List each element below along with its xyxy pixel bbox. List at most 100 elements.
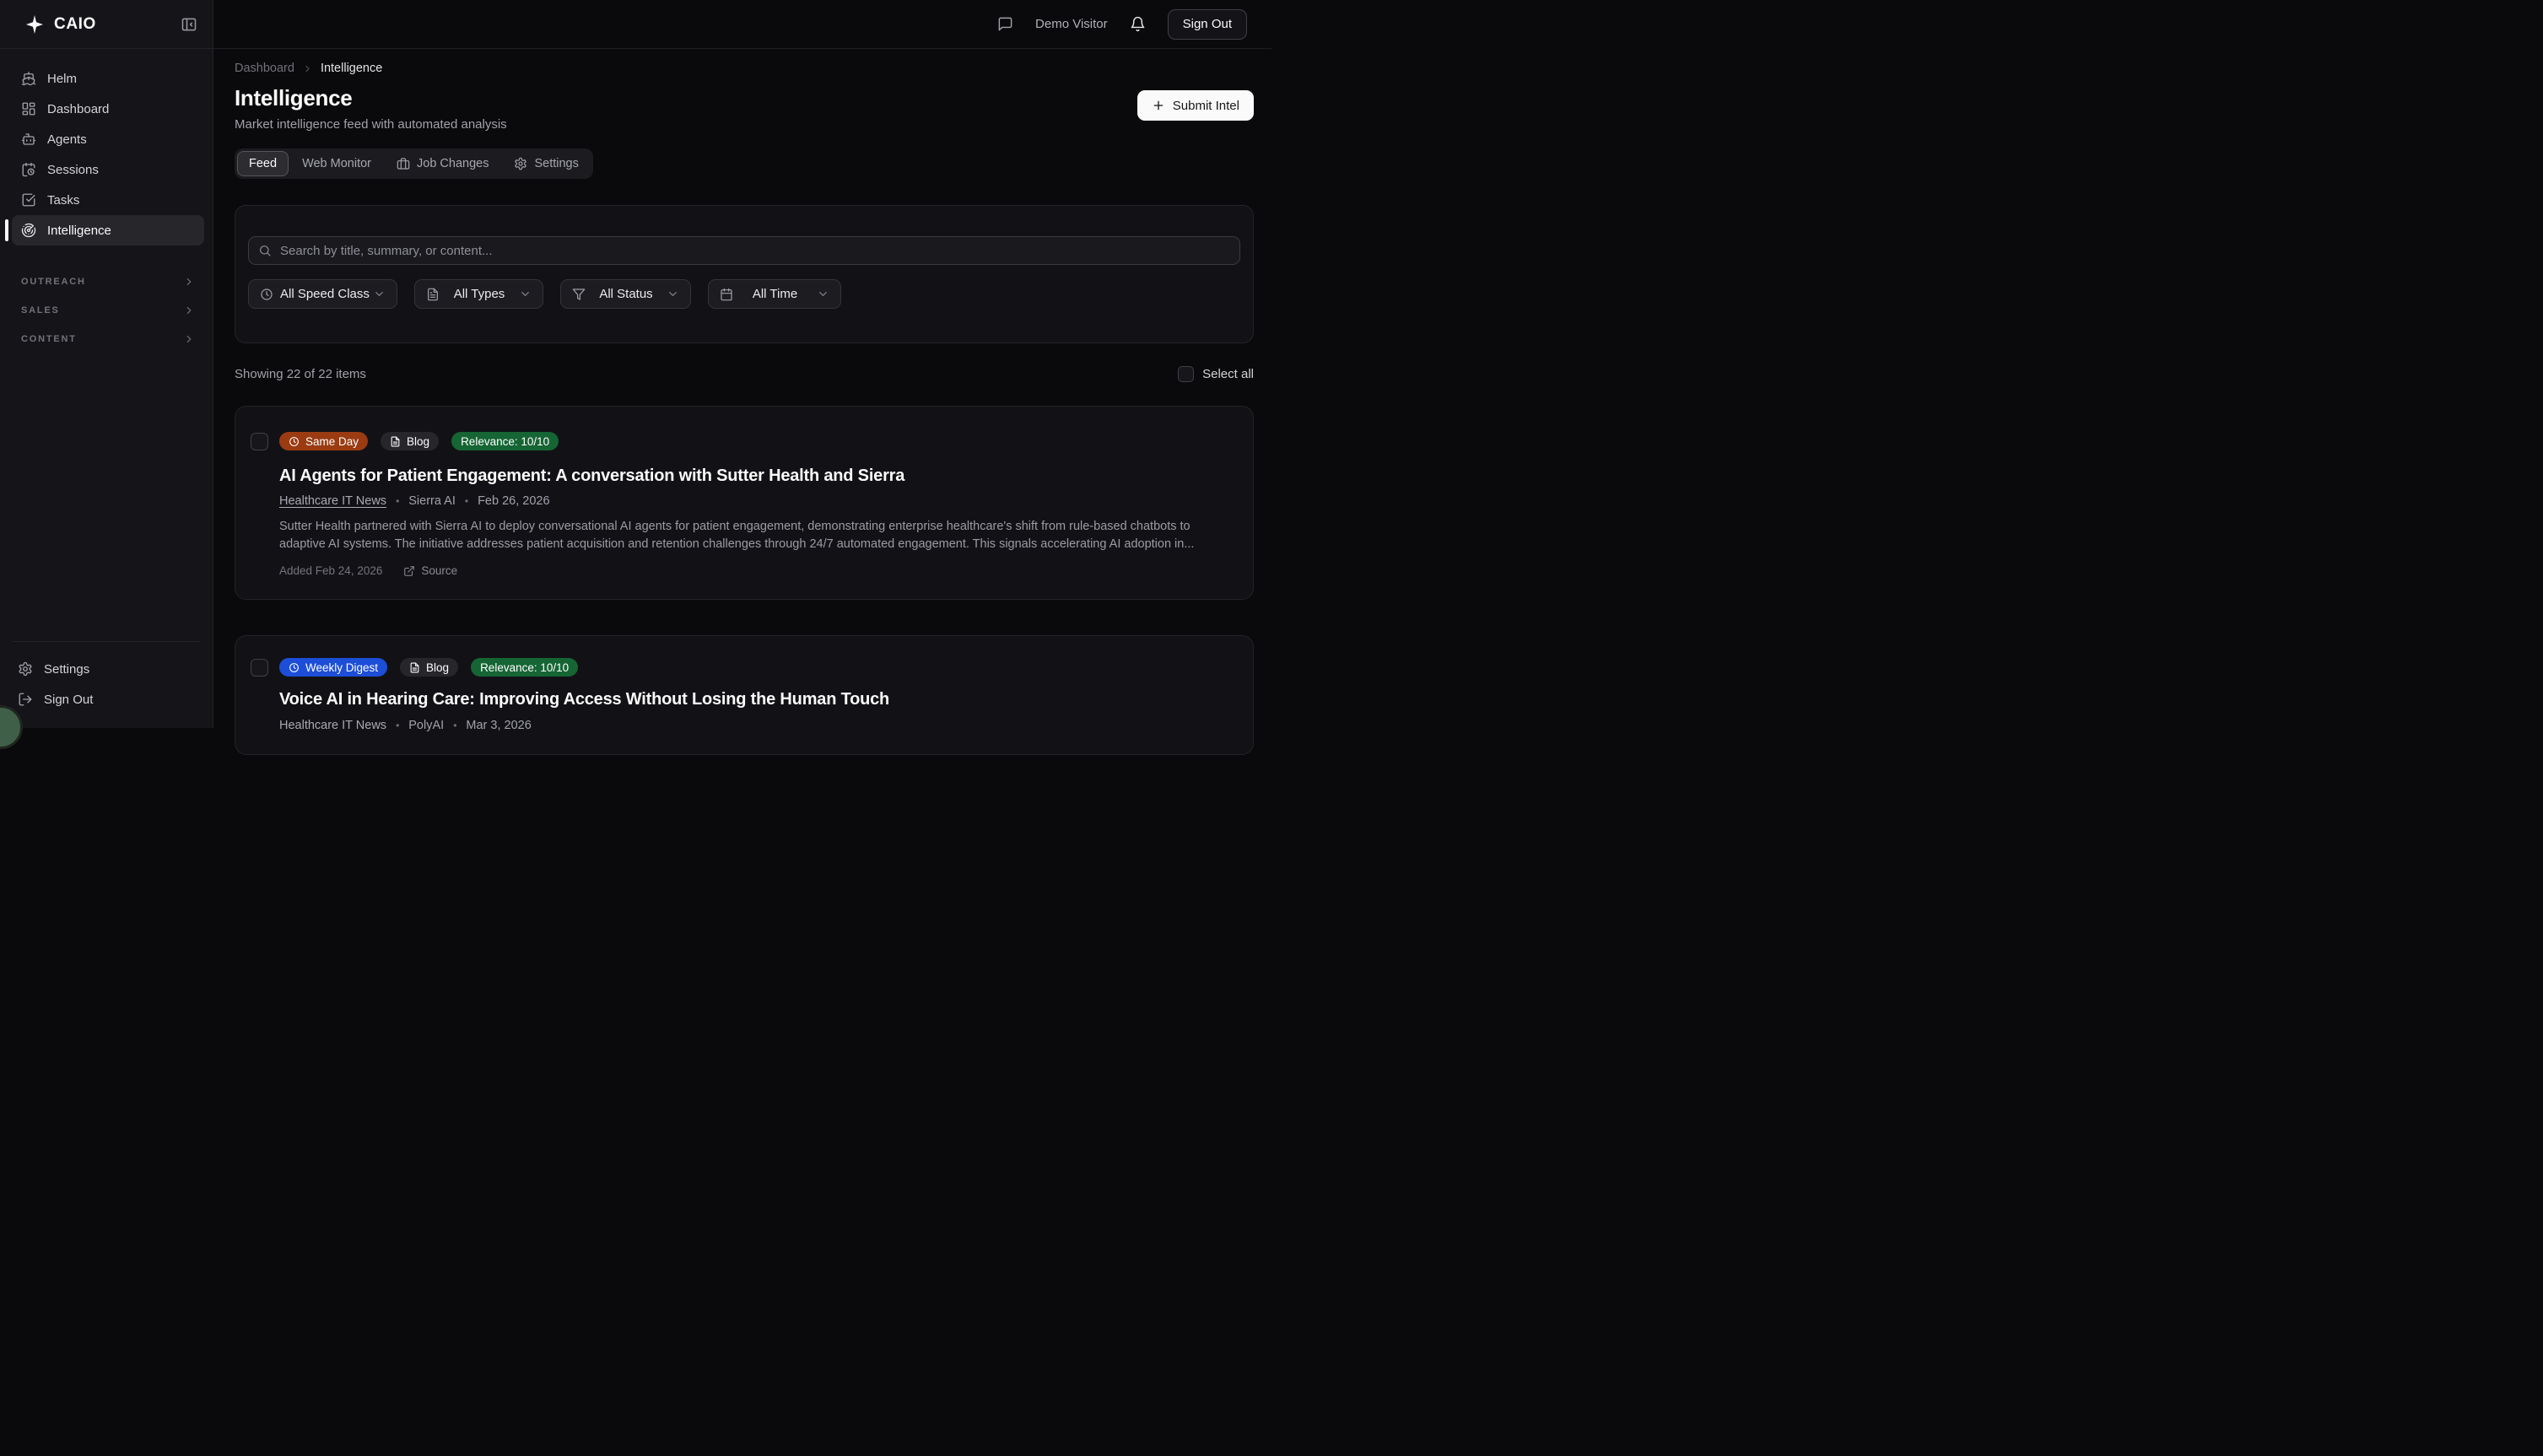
logo-row: CAIO: [0, 0, 213, 49]
sidebar-item-sessions[interactable]: Sessions: [12, 154, 204, 185]
results-count: Showing 22 of 22 items: [235, 367, 366, 381]
clock-icon: [289, 662, 300, 673]
external-link-icon: [403, 565, 415, 577]
chevron-down-icon: [817, 288, 829, 300]
funnel-icon: [572, 288, 586, 301]
tab-job-changes[interactable]: Job Changes: [385, 151, 500, 176]
sidebar-item-sign-out[interactable]: Sign Out: [12, 684, 201, 715]
page-content: Dashboard Intelligence Intelligence Mark…: [213, 49, 1272, 755]
app-logo-text: CAIO: [54, 15, 96, 34]
card-source-external-link[interactable]: Source: [403, 564, 457, 577]
main-area: Demo Visitor Sign Out Dashboard Intellig…: [213, 0, 1272, 728]
search-input[interactable]: [248, 236, 1240, 265]
sidebar-collapse-button[interactable]: [181, 16, 197, 33]
sidebar: CAIO Helm Dashboard Agents: [0, 0, 213, 728]
type-badge-label: Blog: [426, 661, 449, 674]
select-all-label: Select all: [1202, 367, 1254, 381]
breadcrumb: Dashboard Intelligence: [235, 60, 1254, 77]
sidebar-sections: OUTREACH SALES CONTENT: [0, 245, 213, 353]
badges-row: Same Day Blog Relevance: 10/10: [279, 432, 1233, 450]
radar-icon: [21, 223, 36, 238]
chevron-down-icon: [373, 288, 386, 300]
sidebar-item-label: Sessions: [47, 163, 99, 177]
card-title[interactable]: AI Agents for Patient Engagement: A conv…: [279, 464, 1233, 488]
sidebar-item-helm[interactable]: Helm: [12, 63, 204, 94]
sidebar-item-agents[interactable]: Agents: [12, 124, 204, 154]
intelligence-tabs: Feed Web Monitor Job Changes Settings: [235, 148, 593, 179]
intel-card: Weekly Digest Blog Relevance: 10/10 Voic…: [235, 635, 1254, 755]
sidebar-section-sales[interactable]: SALES: [12, 296, 204, 325]
sidebar-item-label: Helm: [47, 72, 77, 86]
tab-feed[interactable]: Feed: [237, 151, 289, 176]
plus-icon: [1152, 99, 1165, 112]
bell-icon[interactable]: [1130, 16, 1146, 32]
gear-icon: [18, 661, 33, 677]
sparkle-logo-icon: [24, 14, 45, 35]
card-date: Feb 26, 2026: [478, 494, 549, 508]
sidebar-item-label: Intelligence: [47, 224, 111, 238]
section-label: CONTENT: [21, 334, 77, 344]
card-checkbox[interactable]: [251, 659, 268, 677]
sidebar-item-tasks[interactable]: Tasks: [12, 185, 204, 215]
file-text-icon: [409, 662, 420, 673]
card-checkbox[interactable]: [251, 433, 268, 450]
select-all: Select all: [1178, 366, 1254, 382]
bot-icon: [21, 132, 36, 147]
sidebar-section-outreach[interactable]: OUTREACH: [12, 267, 204, 296]
type-badge: Blog: [400, 658, 458, 677]
chat-icon[interactable]: [997, 16, 1013, 32]
dashboard-grid-icon: [21, 101, 36, 116]
chevron-right-icon: [183, 305, 195, 316]
filter-label: All Status: [586, 287, 667, 301]
chevron-down-icon: [519, 288, 532, 300]
page-subtitle: Market intelligence feed with automated …: [235, 116, 507, 134]
card-title[interactable]: Voice AI in Hearing Care: Improving Acce…: [279, 688, 1233, 711]
submit-intel-label: Submit Intel: [1173, 99, 1239, 113]
tab-label: Job Changes: [417, 157, 489, 170]
filter-label: All Time: [733, 287, 817, 301]
filter-time[interactable]: All Time: [708, 279, 841, 309]
sidebar-item-label: Sign Out: [44, 693, 93, 707]
meta-separator: •: [396, 720, 399, 731]
sign-out-button[interactable]: Sign Out: [1168, 9, 1247, 40]
page-title: Intelligence: [235, 84, 507, 111]
sidebar-section-content[interactable]: CONTENT: [12, 325, 204, 353]
tab-settings[interactable]: Settings: [502, 151, 590, 176]
sidebar-item-label: Agents: [47, 132, 87, 147]
badges-row: Weekly Digest Blog Relevance: 10/10: [279, 658, 1233, 677]
breadcrumb-dashboard[interactable]: Dashboard: [235, 62, 294, 75]
calendar-icon: [720, 288, 733, 301]
card-source-link[interactable]: Healthcare IT News: [279, 494, 386, 508]
user-name: Demo Visitor: [1035, 17, 1108, 31]
filter-speed-class[interactable]: All Speed Class: [248, 279, 397, 309]
results-row: Showing 22 of 22 items Select all: [235, 366, 1254, 382]
chevron-right-icon: [183, 276, 195, 288]
file-text-icon: [426, 288, 440, 301]
chevron-right-icon: [183, 333, 195, 345]
source-link-label: Source: [421, 564, 457, 577]
card-date: Mar 3, 2026: [466, 719, 531, 732]
sidebar-item-intelligence[interactable]: Intelligence: [12, 215, 204, 245]
relevance-badge: Relevance: 10/10: [451, 432, 559, 450]
topbar: Demo Visitor Sign Out: [213, 0, 1272, 49]
card-summary: Sutter Health partnered with Sierra AI t…: [279, 518, 1233, 553]
page-header: Intelligence Market intelligence feed wi…: [235, 84, 1254, 134]
card-source-link[interactable]: Healthcare IT News: [279, 719, 386, 732]
select-all-checkbox[interactable]: [1178, 366, 1194, 382]
tab-web-monitor[interactable]: Web Monitor: [290, 151, 383, 176]
sidebar-item-dashboard[interactable]: Dashboard: [12, 94, 204, 124]
sidebar-item-settings[interactable]: Settings: [12, 654, 201, 684]
relevance-badge: Relevance: 10/10: [471, 658, 578, 677]
section-label: SALES: [21, 305, 60, 315]
filter-status[interactable]: All Status: [560, 279, 691, 309]
sidebar-item-label: Dashboard: [47, 102, 109, 116]
sidebar-nav: Helm Dashboard Agents Sessions Tasks: [0, 49, 213, 245]
search-filter-panel: All Speed Class All Types: [235, 205, 1254, 343]
chevron-right-icon: [302, 63, 313, 74]
filter-label: All Speed Class: [273, 287, 373, 301]
type-badge: Blog: [381, 432, 439, 450]
card-footer: Added Feb 24, 2026 Source: [279, 564, 1233, 577]
file-text-icon: [390, 436, 401, 447]
filter-types[interactable]: All Types: [414, 279, 543, 309]
submit-intel-button[interactable]: Submit Intel: [1137, 90, 1254, 121]
